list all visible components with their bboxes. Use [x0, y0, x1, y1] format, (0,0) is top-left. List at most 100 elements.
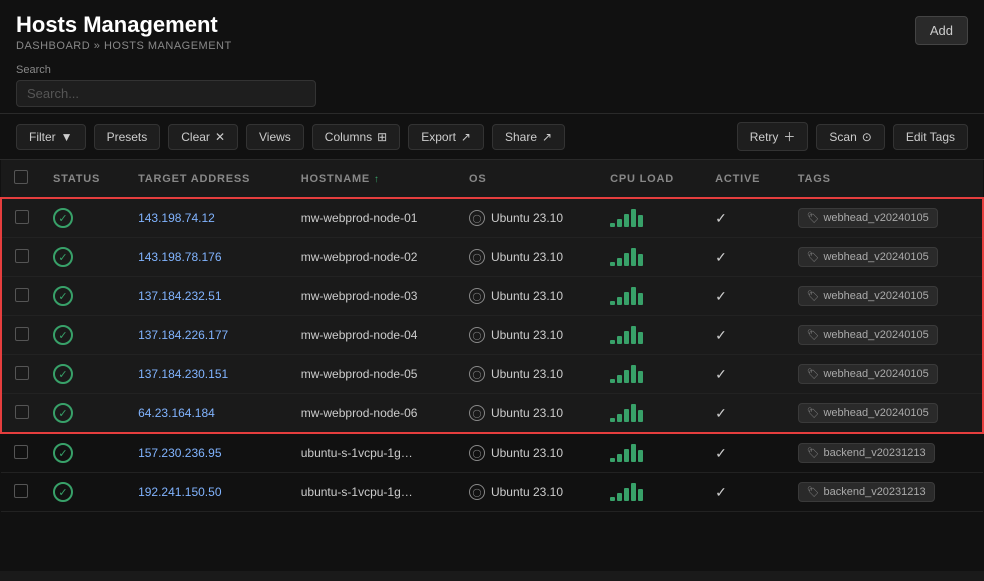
export-button[interactable]: Export ↗ [408, 124, 484, 150]
scan-button[interactable]: Scan ⊙ [816, 124, 884, 150]
row-hostname-cell: mw-webprod-node-01 [289, 198, 457, 238]
col-active: ACTIVE [703, 160, 786, 198]
row-ip-cell: 157.230.236.95 [126, 433, 289, 473]
ip-address-link[interactable]: 157.230.236.95 [138, 446, 221, 460]
row-tag-cell: 🏷webhead_v20240105 [786, 198, 983, 238]
row-checkbox[interactable] [15, 366, 29, 380]
cpu-bar [638, 489, 643, 501]
status-icon: ✓ [53, 325, 73, 345]
search-input[interactable] [16, 80, 316, 107]
retry-button[interactable]: Retry ＋ [737, 122, 809, 151]
cpu-bar [610, 379, 615, 383]
os-icon: ◯ [469, 210, 485, 226]
row-checkbox[interactable] [14, 445, 28, 459]
row-checkbox[interactable] [15, 327, 29, 341]
row-status-cell: ✓ [41, 394, 126, 434]
select-all-checkbox[interactable] [14, 170, 28, 184]
clear-button[interactable]: Clear ✕ [168, 124, 238, 150]
columns-button[interactable]: Columns ⊞ [312, 124, 400, 150]
row-active-cell: ✓ [703, 316, 786, 355]
active-checkmark: ✓ [715, 210, 727, 226]
cpu-bar [638, 215, 643, 227]
ip-address-link[interactable]: 64.23.164.184 [138, 406, 215, 420]
cpu-bar [610, 340, 615, 344]
row-checkbox-cell [1, 238, 41, 277]
row-hostname-cell: mw-webprod-node-06 [289, 394, 457, 434]
presets-button[interactable]: Presets [94, 124, 161, 150]
ip-address-link[interactable]: 137.184.230.151 [138, 367, 228, 381]
row-checkbox[interactable] [15, 288, 29, 302]
add-button[interactable]: Add [915, 16, 968, 45]
row-os-cell: ◯Ubuntu 23.10 [457, 277, 598, 316]
tag-label: backend_v20231213 [823, 447, 925, 459]
os-name: Ubuntu 23.10 [491, 250, 563, 264]
row-os-cell: ◯Ubuntu 23.10 [457, 394, 598, 434]
share-icon: ↗ [542, 130, 552, 144]
cpu-bar [624, 370, 629, 383]
row-cpu-cell [598, 355, 703, 394]
cpu-bar [610, 458, 615, 462]
col-cpu-load: CPU LOAD [598, 160, 703, 198]
ip-address-link[interactable]: 143.198.78.176 [138, 250, 221, 264]
cpu-bar [624, 253, 629, 266]
cpu-bar [610, 223, 615, 227]
col-checkbox [1, 160, 41, 198]
row-status-cell: ✓ [41, 238, 126, 277]
ip-address-link[interactable]: 137.184.226.177 [138, 328, 228, 342]
row-checkbox[interactable] [15, 249, 29, 263]
row-tag-cell: 🏷backend_v20231213 [786, 433, 983, 473]
row-ip-cell: 137.184.232.51 [126, 277, 289, 316]
table-container: STATUS TARGET ADDRESS HOSTNAME ↑ OS CPU … [0, 160, 984, 571]
cpu-bar [610, 262, 615, 266]
cpu-bars [610, 287, 691, 305]
row-ip-cell: 192.241.150.50 [126, 473, 289, 512]
tag-icon: 🏷 [807, 369, 820, 380]
filter-icon: ▼ [61, 130, 73, 144]
tag-badge: 🏷webhead_v20240105 [798, 325, 938, 345]
ip-address-link[interactable]: 137.184.232.51 [138, 289, 221, 303]
active-checkmark: ✓ [715, 405, 727, 421]
active-checkmark: ✓ [715, 249, 727, 265]
tag-icon: 🏷 [807, 408, 820, 419]
row-status-cell: ✓ [41, 316, 126, 355]
views-label: Views [259, 130, 291, 144]
share-button[interactable]: Share ↗ [492, 124, 565, 150]
row-tag-cell: 🏷webhead_v20240105 [786, 394, 983, 434]
row-os-cell: ◯Ubuntu 23.10 [457, 433, 598, 473]
filter-button[interactable]: Filter ▼ [16, 124, 86, 150]
row-tag-cell: 🏷webhead_v20240105 [786, 277, 983, 316]
row-cpu-cell [598, 394, 703, 434]
os-icon: ◯ [469, 445, 485, 461]
row-checkbox-cell [1, 433, 41, 473]
os-icon: ◯ [469, 288, 485, 304]
edit-tags-button[interactable]: Edit Tags [893, 124, 968, 150]
status-icon: ✓ [53, 443, 73, 463]
cpu-bars [610, 365, 691, 383]
row-hostname-cell: ubuntu-s-1vcpu-1g… [289, 473, 457, 512]
cpu-bar [624, 488, 629, 501]
ip-address-link[interactable]: 192.241.150.50 [138, 485, 221, 499]
tag-icon: 🏷 [807, 252, 820, 263]
row-active-cell: ✓ [703, 473, 786, 512]
tag-badge: 🏷backend_v20231213 [798, 443, 935, 463]
cpu-bar [610, 301, 615, 305]
cpu-bar [624, 292, 629, 305]
row-checkbox[interactable] [15, 210, 29, 224]
row-checkbox[interactable] [14, 484, 28, 498]
retry-icon: ＋ [783, 128, 795, 145]
row-checkbox[interactable] [15, 405, 29, 419]
ip-address-link[interactable]: 143.198.74.12 [138, 211, 215, 225]
views-button[interactable]: Views [246, 124, 304, 150]
row-cpu-cell [598, 238, 703, 277]
cpu-bar [624, 214, 629, 227]
os-name: Ubuntu 23.10 [491, 211, 563, 225]
table-row: ✓137.184.226.177mw-webprod-node-04◯Ubunt… [1, 316, 983, 355]
table-row: ✓137.184.230.151mw-webprod-node-05◯Ubunt… [1, 355, 983, 394]
row-hostname-cell: mw-webprod-node-05 [289, 355, 457, 394]
cpu-bar [631, 248, 636, 266]
tag-badge: 🏷webhead_v20240105 [798, 247, 938, 267]
row-active-cell: ✓ [703, 277, 786, 316]
cpu-bar [638, 410, 643, 422]
tag-label: webhead_v20240105 [823, 368, 928, 380]
retry-label: Retry [750, 130, 779, 144]
